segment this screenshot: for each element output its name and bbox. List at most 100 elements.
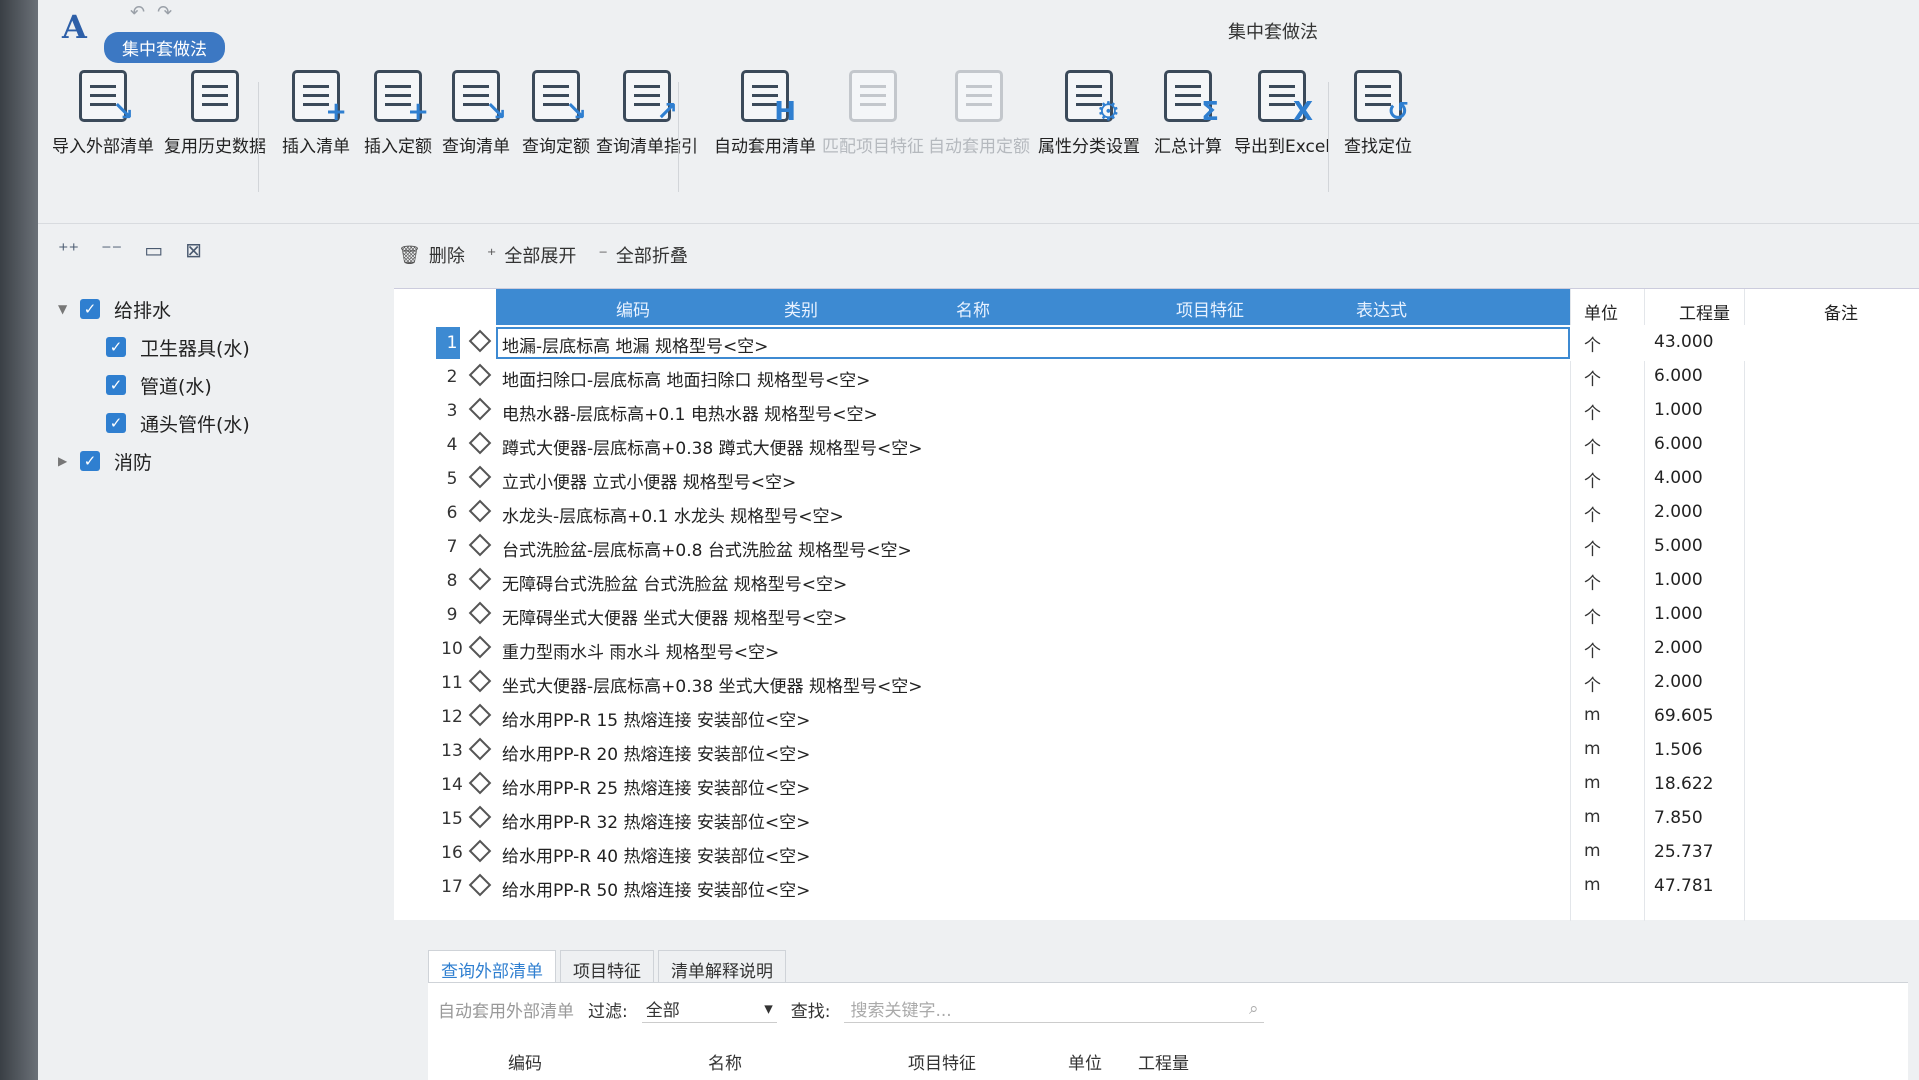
ext-header-feature[interactable]: 项目特征 xyxy=(908,1049,976,1074)
row-quantity: 1.000 xyxy=(1654,604,1703,624)
table-row[interactable]: 2 地面扫除口-层底标高 地面扫除口 规格型号<空> 个 6.000 xyxy=(394,359,1919,395)
table-row[interactable]: 13 给水用PP-R 20 热熔连接 安装部位<空> m 1.506 xyxy=(394,733,1919,769)
header-remark[interactable]: 备注 xyxy=(1824,299,1858,324)
ribbon-button-9[interactable]: 自动套用定额 xyxy=(928,70,1030,157)
row-number: 13 xyxy=(441,741,463,761)
header-quantity[interactable]: 工程量 xyxy=(1679,299,1730,324)
header-feature[interactable]: 项目特征 xyxy=(1176,296,1244,321)
table-row[interactable]: 16 给水用PP-R 40 热熔连接 安装部位<空> m 25.737 xyxy=(394,835,1919,871)
list-diamond-icon xyxy=(468,567,492,591)
table-row[interactable]: 4 蹲式大便器-层底标高+0.38 蹲式大便器 规格型号<空> 个 6.000 xyxy=(394,427,1919,463)
deselect-all-icon[interactable]: ⊠ xyxy=(185,238,202,262)
ribbon-button-10[interactable]: ⚙ 属性分类设置 xyxy=(1038,70,1140,157)
collapse-arrow-icon[interactable]: ▼ xyxy=(58,302,80,316)
app-logo-icon: A xyxy=(62,8,87,46)
row-number: 15 xyxy=(441,809,463,829)
expand-arrow-icon[interactable]: ▶ xyxy=(58,454,80,468)
row-unit: m xyxy=(1584,875,1601,895)
auto-apply-external-button[interactable]: 自动套用外部清单 xyxy=(438,997,574,1022)
tree-checkbox[interactable]: ✓ xyxy=(80,451,100,471)
row-number: 4 xyxy=(446,435,458,455)
tree-item[interactable]: ✓ 卫生器具(水) xyxy=(58,328,388,366)
table-row[interactable]: 9 无障碍坐式大便器 坐式大便器 规格型号<空> 个 1.000 xyxy=(394,597,1919,633)
tree-item[interactable]: ✓ 通头管件(水) xyxy=(58,404,388,442)
row-number: 3 xyxy=(446,401,458,421)
list-diamond-icon xyxy=(468,669,492,693)
header-code[interactable]: 编码 xyxy=(616,296,650,321)
tree-checkbox[interactable]: ✓ xyxy=(106,413,126,433)
row-quantity: 2.000 xyxy=(1654,638,1703,658)
ribbon-button-8[interactable]: 匹配项目特征 xyxy=(822,70,924,157)
header-expression[interactable]: 表达式 xyxy=(1356,296,1407,321)
tree-item[interactable]: ✓ 管道(水) xyxy=(58,366,388,404)
expand-all-button[interactable]: ⁺ 全部展开 xyxy=(487,242,577,268)
row-unit: m xyxy=(1584,739,1601,759)
ribbon-button-13[interactable]: ↺ 查找定位 xyxy=(1344,70,1412,157)
ribbon-button-12[interactable]: X 导出到Excel xyxy=(1234,70,1330,157)
tree-checkbox[interactable]: ✓ xyxy=(106,337,126,357)
table-row[interactable]: 6 水龙头-层底标高+0.1 水龙头 规格型号<空> 个 2.000 xyxy=(394,495,1919,531)
ribbon-button-0[interactable]: ↘ 导入外部清单 xyxy=(52,70,154,157)
row-number: 6 xyxy=(446,503,458,523)
ribbon-label: 导入外部清单 xyxy=(52,137,154,157)
list-diamond-icon xyxy=(468,635,492,659)
tree-item-label: 给排水 xyxy=(114,299,172,322)
table-row[interactable]: 14 给水用PP-R 25 热熔连接 安装部位<空> m 18.622 xyxy=(394,767,1919,803)
ext-header-quantity[interactable]: 工程量 xyxy=(1138,1049,1189,1074)
header-category[interactable]: 类别 xyxy=(784,296,818,321)
ribbon-button-5[interactable]: ↘ 查询定额 xyxy=(522,70,590,157)
row-quantity: 18.622 xyxy=(1654,774,1714,794)
row-number: 16 xyxy=(441,843,463,863)
row-number: 7 xyxy=(446,537,458,557)
collapse-icon: ⁻ xyxy=(598,244,608,266)
undo-redo-icons[interactable]: ↶↷ xyxy=(130,2,184,23)
row-name: 给水用PP-R 15 热熔连接 安装部位<空> xyxy=(502,711,811,731)
ribbon-button-3[interactable]: + 插入定额 xyxy=(364,70,432,157)
filter-select[interactable]: 全部 ▾ xyxy=(641,995,777,1023)
select-all-icon[interactable]: ▭ xyxy=(144,238,163,262)
tree-checkbox[interactable]: ✓ xyxy=(106,375,126,395)
row-name: 给水用PP-R 32 热熔连接 安装部位<空> xyxy=(502,813,811,833)
filter-value: 全部 xyxy=(645,1001,680,1021)
ribbon-button-7[interactable]: H 自动套用清单 xyxy=(714,70,816,157)
table-row[interactable]: 12 给水用PP-R 15 热熔连接 安装部位<空> m 69.605 xyxy=(394,699,1919,735)
ext-header-name[interactable]: 名称 xyxy=(708,1049,742,1074)
table-row[interactable]: 3 电热水器-层底标高+0.1 电热水器 规格型号<空> 个 1.000 xyxy=(394,393,1919,429)
table-row[interactable]: 8 无障碍台式洗脸盆 台式洗脸盆 规格型号<空> 个 1.000 xyxy=(394,563,1919,599)
mode-badge: 集中套做法 xyxy=(104,32,225,63)
ribbon-button-6[interactable]: ↗ 查询清单指引 xyxy=(596,70,698,157)
table-row[interactable]: 5 立式小便器 立式小便器 规格型号<空> 个 4.000 xyxy=(394,461,1919,497)
tree-item-label: 消防 xyxy=(114,451,153,474)
search-input[interactable]: 搜索关键字... ⌕ xyxy=(844,995,1265,1023)
table-row[interactable]: 10 重力型雨水斗 雨水斗 规格型号<空> 个 2.000 xyxy=(394,631,1919,667)
delete-button[interactable]: 🗑 删除 xyxy=(398,242,465,268)
tree-checkbox[interactable]: ✓ xyxy=(80,299,100,319)
table-row[interactable]: 7 台式洗脸盆-层底标高+0.8 台式洗脸盆 规格型号<空> 个 5.000 xyxy=(394,529,1919,565)
ribbon-button-4[interactable]: ↘ 查询清单 xyxy=(442,70,510,157)
row-number: 12 xyxy=(441,707,463,727)
table-row[interactable]: 17 给水用PP-R 50 热熔连接 安装部位<空> m 47.781 xyxy=(394,869,1919,905)
add-node-icon[interactable]: ⁺⁺ xyxy=(58,238,79,262)
ribbon-label: 查询清单指引 xyxy=(596,137,698,157)
row-number: 8 xyxy=(446,571,458,591)
auto-apply-quota-icon xyxy=(955,70,1003,122)
remove-node-icon[interactable]: ⁻⁻ xyxy=(101,238,122,262)
ribbon-button-11[interactable]: Σ 汇总计算 xyxy=(1154,70,1222,157)
table-row[interactable]: 15 给水用PP-R 32 热熔连接 安装部位<空> m 7.850 xyxy=(394,801,1919,837)
ribbon-button-1[interactable]: 复用历史数据 xyxy=(164,70,266,157)
selected-columns-header: 编码 类别 名称 项目特征 表达式 xyxy=(496,289,1570,325)
header-name[interactable]: 名称 xyxy=(956,296,990,321)
ribbon-button-2[interactable]: + 插入清单 xyxy=(282,70,350,157)
insert-quota-icon: + xyxy=(374,70,429,127)
ext-header-code[interactable]: 编码 xyxy=(508,1049,542,1074)
ribbon-label: 匹配项目特征 xyxy=(822,137,924,157)
table-row[interactable]: 1 地漏-层底标高 地漏 规格型号<空> 个 43.000 xyxy=(394,325,1919,361)
table-row[interactable]: 11 坐式大便器-层底标高+0.38 坐式大便器 规格型号<空> 个 2.000 xyxy=(394,665,1919,701)
ext-header-unit[interactable]: 单位 xyxy=(1068,1049,1102,1074)
collapse-all-button[interactable]: ⁻ 全部折叠 xyxy=(598,242,688,268)
row-number: 9 xyxy=(446,605,458,625)
list-diamond-icon xyxy=(468,805,492,829)
header-unit[interactable]: 单位 xyxy=(1584,299,1618,324)
tree-item[interactable]: ▶ ✓ 消防 xyxy=(58,442,388,480)
tree-item[interactable]: ▼ ✓ 给排水 xyxy=(58,290,388,328)
